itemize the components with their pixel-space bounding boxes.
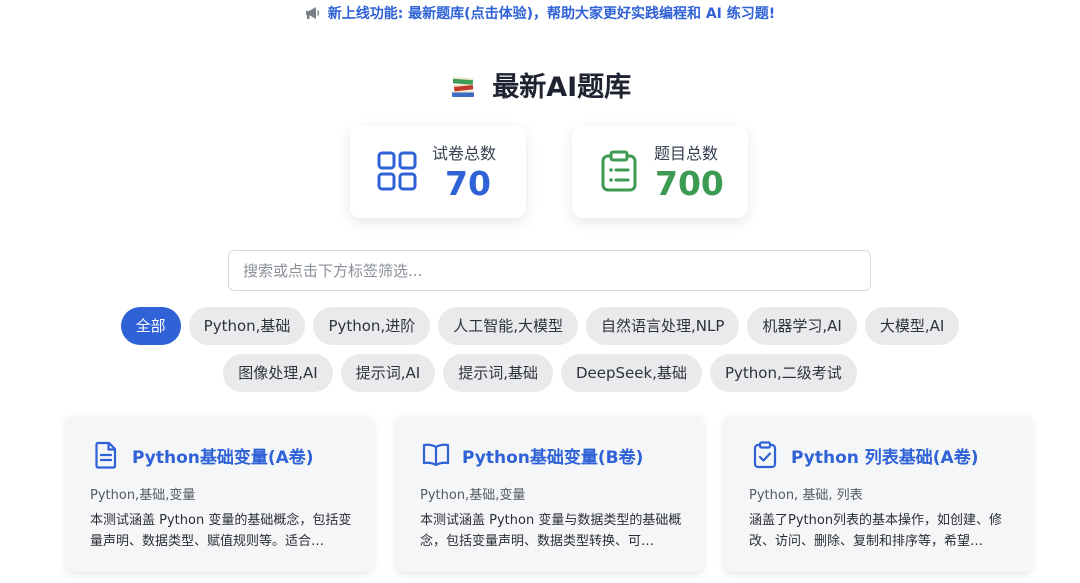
card-description: 本测试涵盖 Python 变量的基础概念，包括变量声明、数据类型、赋值规则等。适… (90, 513, 352, 549)
announcement-banner[interactable]: 新上线功能: 最新题库(点击体验)，帮助大家更好实践编程和 AI 练习题! (0, 4, 1080, 24)
search-input[interactable] (228, 250, 871, 291)
tag-row-2: 图像处理,AI 提示词,AI 提示词,基础 DeepSeek,基础 Python… (0, 354, 1080, 392)
page-title-text: 最新AI题库 (492, 72, 632, 103)
stat-questions-label: 题目总数 (654, 144, 719, 163)
card-description: 涵盖了Python列表的基本操作，如创建、修改、访问、删除、复制和排序等，希望… (749, 513, 1003, 549)
card-tags: Python,基础,变量 (420, 488, 526, 503)
tag-machine-learning[interactable]: 机器学习,AI (747, 307, 857, 345)
clipboard-check-icon (753, 441, 777, 469)
megaphone-icon (305, 7, 319, 19)
tag-ai-llm[interactable]: 人工智能,大模型 (438, 307, 578, 345)
books-icon (451, 77, 474, 97)
tag-deepseek-basic[interactable]: DeepSeek,基础 (560, 354, 702, 392)
stat-card-questions: 题目总数 700 (572, 126, 748, 218)
card-tags: Python, 基础, 列表 (749, 488, 863, 503)
tag-row-1: 全部 Python,基础 Python,进阶 人工智能,大模型 自然语言处理,N… (0, 307, 1080, 345)
card-description: 本测试涵盖 Python 变量与数据类型的基础概念，包括变量声明、数据类型转换、… (420, 513, 682, 549)
open-book-icon (422, 443, 450, 467)
grid-icon (377, 151, 417, 191)
page-title: 最新AI题库 (0, 68, 1080, 108)
tag-image-processing[interactable]: 图像处理,AI (223, 354, 333, 392)
quiz-card[interactable]: Python 列表基础(A卷) Python, 基础, 列表 涵盖了Python… (725, 416, 1032, 572)
tag-python-exam[interactable]: Python,二级考试 (709, 354, 857, 392)
tag-python-advanced[interactable]: Python,进阶 (313, 307, 431, 345)
stat-card-papers: 试卷总数 70 (350, 126, 526, 218)
tag-nlp[interactable]: 自然语言处理,NLP (585, 307, 740, 345)
tag-prompt-ai[interactable]: 提示词,AI (340, 354, 436, 392)
quiz-card[interactable]: Python基础变量(A卷) Python,基础,变量 本测试涵盖 Python… (66, 416, 373, 572)
tag-llm-ai[interactable]: 大模型,AI (864, 307, 960, 345)
announcement-text: 新上线功能: 最新题库(点击体验)，帮助大家更好实践编程和 AI 练习题! (327, 6, 776, 22)
tag-prompt-basic[interactable]: 提示词,基础 (443, 354, 553, 392)
card-title[interactable]: Python 列表基础(A卷) (791, 443, 978, 468)
card-title[interactable]: Python基础变量(A卷) (132, 443, 314, 468)
tag-all[interactable]: 全部 (120, 307, 181, 345)
document-icon (95, 441, 117, 469)
card-title[interactable]: Python基础变量(B卷) (462, 443, 643, 468)
tag-python-basic[interactable]: Python,基础 (188, 307, 306, 345)
card-tags: Python,基础,变量 (90, 488, 196, 503)
quiz-card[interactable]: Python基础变量(B卷) Python,基础,变量 本测试涵盖 Python… (396, 416, 703, 572)
stat-papers-label: 试卷总数 (432, 144, 497, 163)
stat-questions-value: 700 (655, 164, 724, 203)
stat-papers-value: 70 (445, 164, 491, 203)
clipboard-list-icon (601, 150, 637, 192)
